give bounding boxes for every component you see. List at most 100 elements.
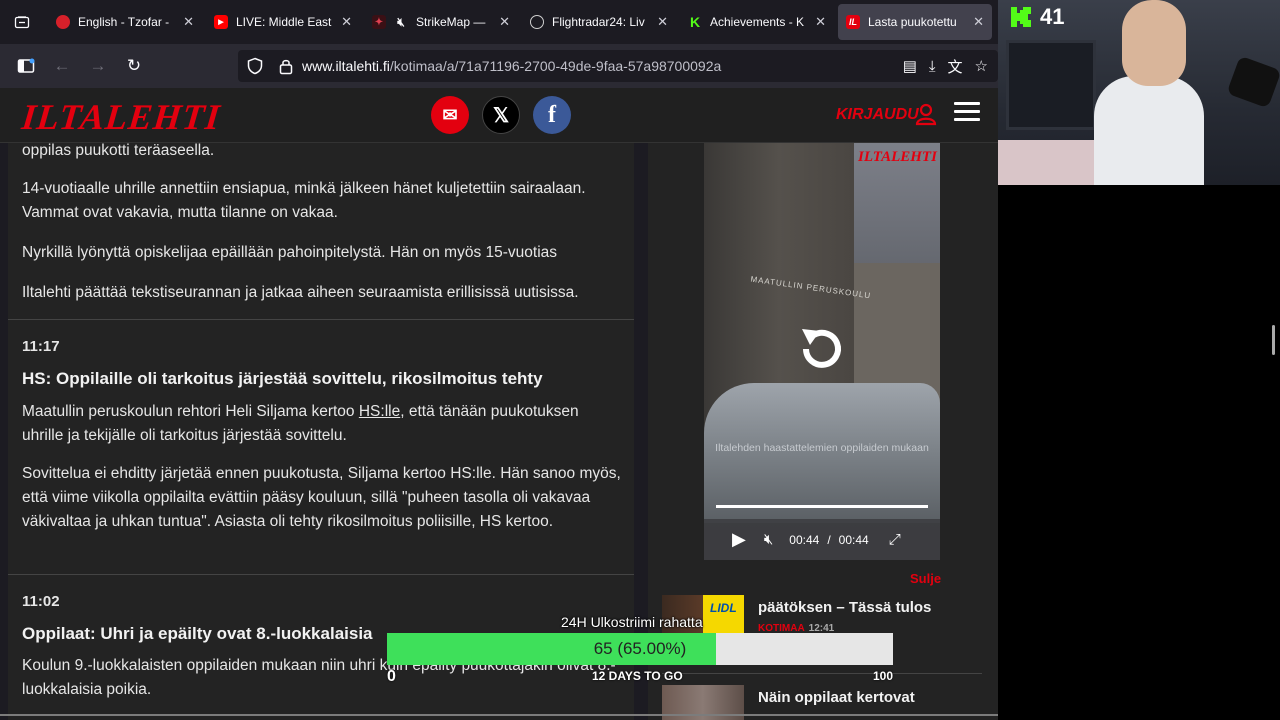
webcam-head [1122, 0, 1186, 86]
related-title[interactable]: Näin oppilaat kertovat [758, 689, 915, 706]
iltalehti-logo[interactable]: ILTALEHTI [20, 96, 223, 138]
entry-divider [8, 319, 634, 320]
browser-tab[interactable]: K Achievements - K ✕ [680, 4, 834, 40]
entry-timestamp: 11:17 [22, 338, 60, 355]
article-paragraph: 14-vuotiaalle uhrille annettiin ensiapua… [22, 180, 586, 221]
menu-hamburger-icon[interactable] [954, 102, 980, 126]
tab-close-icon[interactable]: ✕ [183, 14, 194, 30]
fullscreen-icon[interactable]: ⤢ [889, 531, 901, 548]
tab-close-icon[interactable]: ✕ [657, 14, 668, 30]
login-link[interactable]: KIRJAUDU [836, 106, 919, 124]
article-paragraph: oppilas puukotti teräaseella. [22, 143, 215, 159]
address-bar[interactable]: www.iltalehti.fi/kotimaa/a/71a71196-2700… [238, 50, 998, 82]
video-progress-bar[interactable] [716, 505, 928, 508]
strikemap-favicon-icon: ✦ [372, 15, 386, 29]
save-page-icon[interactable]: ⤓ [929, 58, 936, 75]
webcam-person [1094, 76, 1204, 185]
tab-list-button[interactable] [0, 0, 44, 44]
article-paragraph: Iltalehti päättää tekstiseurannan ja jat… [22, 284, 579, 301]
webcam-window [1006, 40, 1096, 130]
video-caption: Iltalehden haastattelemien oppilaiden mu… [715, 442, 929, 454]
iltalehti-favicon-icon: IL [846, 15, 860, 29]
viewer-count: 41 [1040, 4, 1065, 29]
back-button[interactable]: ← [44, 48, 80, 84]
hs-link[interactable]: HS:lle [359, 403, 400, 420]
browser-tab[interactable]: ▶ LIVE: Middle East ✕ [206, 4, 360, 40]
empty-panel [998, 185, 1280, 720]
envelope-icon: ✉ [442, 104, 458, 125]
translate-icon[interactable]: 文 [948, 56, 963, 77]
sidebar-toggle-button[interactable] [8, 48, 44, 84]
tab-list-icon [14, 16, 30, 29]
browser-tab[interactable]: English - Tzofar - ✕ [48, 4, 202, 40]
share-facebook-button[interactable]: f [533, 96, 571, 134]
url-path: /kotimaa/a/71a71196-2700-49de-9faa-57a98… [389, 58, 722, 74]
video-controls: ▶ 🔇︎ 00:44 / 00:44 ⤢ [704, 519, 940, 560]
tab-close-icon[interactable]: ✕ [973, 14, 984, 30]
tzofar-favicon-icon [56, 15, 70, 29]
browser-nav-bar: ← → ↻ www.iltalehti.fi/kotimaa/a/71a7119… [0, 44, 998, 88]
tab-title: LIVE: Middle East [236, 15, 332, 29]
user-icon[interactable] [914, 102, 938, 132]
goal-min: 0 [387, 668, 396, 685]
reader-view-icon[interactable]: ▤ [903, 57, 917, 75]
site-header: ILTALEHTI ✉ 𝕏 f KIRJAUDU [0, 88, 998, 143]
share-x-button[interactable]: 𝕏 [482, 96, 520, 134]
article-paragraph: Nyrkillä lyönyttä opiskelijaa epäillään … [22, 244, 558, 261]
reload-icon: ↻ [126, 56, 142, 75]
kick-logo-icon [1011, 7, 1031, 27]
browser-tab[interactable]: Flightradar24: Liv ✕ [522, 4, 676, 40]
video-player[interactable]: MAATULLIN PERUSKOULU ILTALEHTI Iltalehde… [704, 143, 940, 560]
x-logo-icon: 𝕏 [492, 104, 510, 127]
entry-heading: HS: Oppilaille oli tarkoitus järjestää s… [22, 369, 543, 388]
url-domain: www.iltalehti.fi [302, 58, 390, 74]
url-actions: ▤ ⤓ 文 ☆ [903, 50, 988, 82]
article-paragraph: Maatullin peruskoulun rehtori Heli Silja… [22, 403, 579, 444]
scrollbar-thumb[interactable] [1272, 325, 1275, 355]
url-text[interactable]: www.iltalehti.fi/kotimaa/a/71a71196-2700… [302, 58, 721, 74]
browser-tab-active[interactable]: IL Lasta puukotettu ✕ [838, 4, 992, 40]
tab-close-icon[interactable]: ✕ [499, 14, 510, 30]
tab-title: Achievements - K [710, 15, 805, 29]
related-article[interactable]: LIDL päätöksen – Tässä tulos KOTIMAA 12:4… [662, 595, 982, 637]
goal-days-left: 12 DAYS TO GO [592, 669, 683, 683]
close-video-link[interactable]: Sulje [910, 571, 941, 586]
tab-close-icon[interactable]: ✕ [815, 14, 826, 30]
tab-title: Lasta puukotettu [868, 15, 957, 29]
flightradar-favicon-icon [530, 15, 544, 29]
sidebar-icon [17, 58, 35, 73]
forward-button[interactable]: → [80, 48, 116, 84]
microphone-icon [1226, 55, 1280, 109]
shield-icon[interactable] [246, 57, 264, 75]
mute-icon[interactable]: 🔇︎ [764, 531, 773, 548]
reload-button[interactable]: ↻ [116, 48, 152, 84]
video-watermark: ILTALEHTI [858, 149, 937, 165]
horizontal-scrollbar[interactable] [0, 714, 998, 716]
play-icon[interactable]: ▶ [732, 529, 746, 550]
browser-tab[interactable]: ✦ 🔇︎ StrikeMap — ✕ [364, 4, 518, 40]
facebook-icon: f [548, 101, 556, 128]
bookmark-star-icon[interactable]: ☆ [975, 57, 988, 75]
tab-close-icon[interactable]: ✕ [341, 14, 352, 30]
youtube-favicon-icon: ▶ [214, 15, 228, 29]
tab-title: English - Tzofar - [78, 15, 170, 29]
share-email-button[interactable]: ✉ [431, 96, 469, 134]
entry-timestamp: 11:02 [22, 593, 60, 610]
goal-progress-bar: 65 (65.00%) [387, 633, 893, 665]
lock-icon[interactable] [278, 57, 294, 75]
related-title[interactable]: päätöksen – Tässä tulos [758, 599, 931, 616]
goal-max: 100 [873, 669, 894, 683]
muted-speaker-icon[interactable]: 🔇︎ [394, 15, 408, 29]
arrow-right-icon: → [89, 56, 107, 75]
tab-title: StrikeMap — [416, 15, 486, 29]
replay-icon[interactable] [792, 319, 852, 379]
entry-heading: Oppilaat: Uhri ja epäilty ovat 8.-luokka… [22, 624, 373, 643]
kick-viewer-count: 41 [1010, 4, 1064, 30]
entry-divider [8, 574, 634, 575]
lidl-logo-icon: LIDL [710, 601, 737, 615]
kick-favicon-icon: K [689, 14, 701, 30]
related-divider [662, 673, 982, 674]
screen: English - Tzofar - ✕ ▶ LIVE: Middle East… [0, 0, 1280, 720]
video-duration: 00:44 [838, 532, 869, 547]
browser-tab-bar: English - Tzofar - ✕ ▶ LIVE: Middle East… [0, 0, 998, 44]
